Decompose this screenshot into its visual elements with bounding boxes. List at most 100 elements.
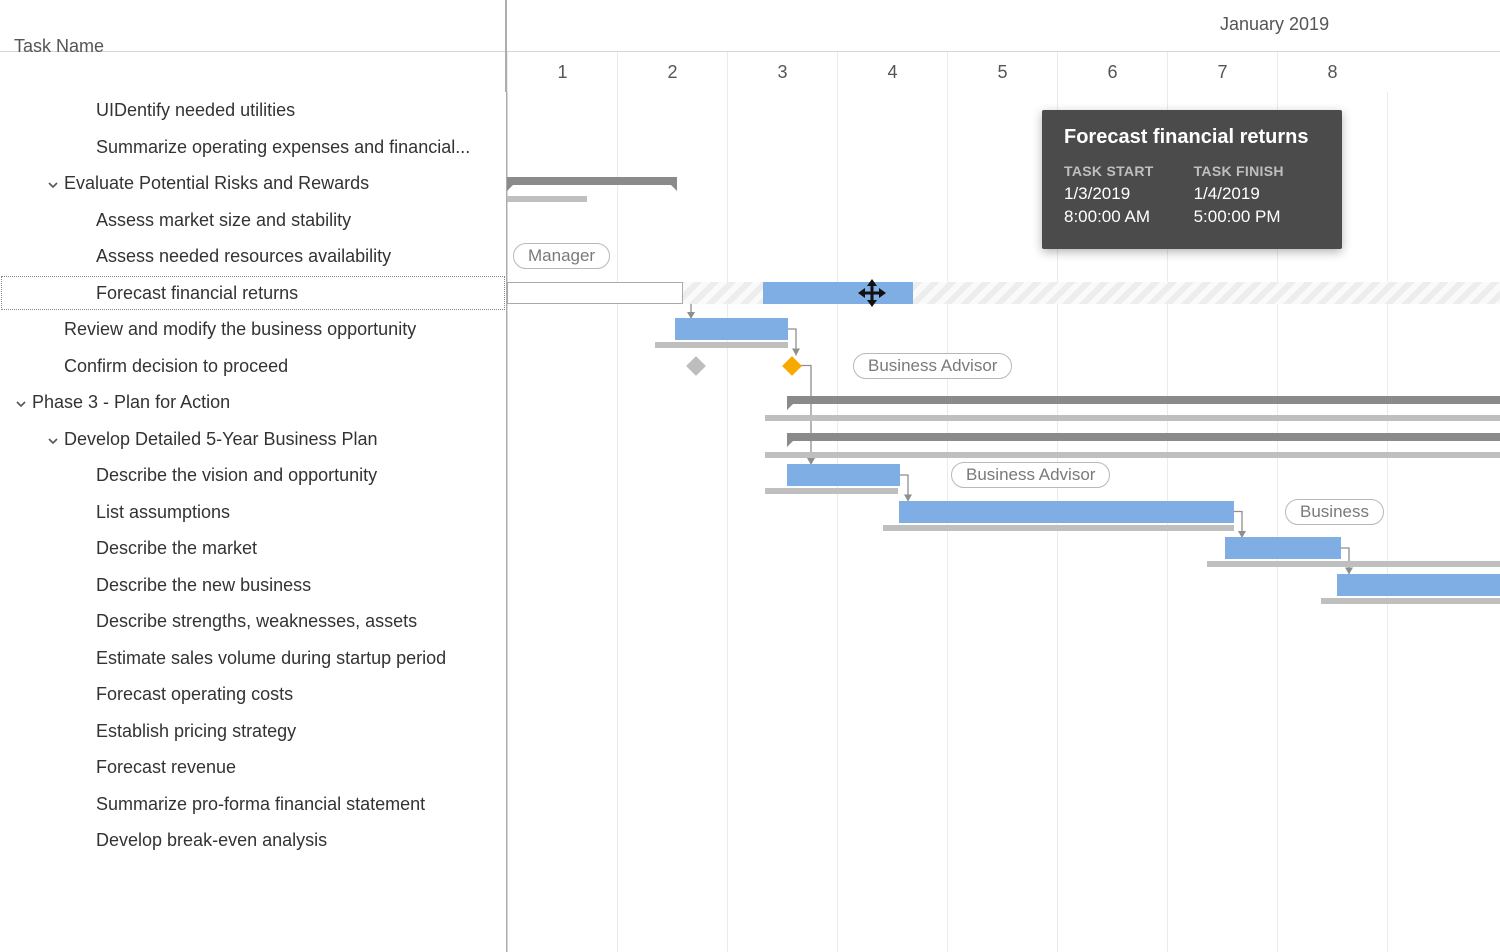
gantt-root: Task Name January 2019 12345678 UIDentif…	[0, 0, 1500, 952]
task-bar[interactable]	[1225, 537, 1341, 559]
task-label: Describe the market	[96, 538, 257, 558]
task-bar[interactable]	[1337, 574, 1500, 596]
gantt-row[interactable]	[507, 640, 1500, 677]
task-row[interactable]: Forecast revenue	[0, 749, 506, 786]
assignee-pill: Manager	[513, 243, 610, 269]
task-row[interactable]: Assess market size and stability	[0, 202, 506, 239]
task-row[interactable]: Describe the market	[0, 530, 506, 567]
tooltip-finish-date: 1/4/2019	[1194, 183, 1284, 206]
day-header-cell[interactable]: 6	[1057, 52, 1167, 92]
task-label: Forecast financial returns	[96, 283, 298, 303]
gantt-row[interactable]	[507, 311, 1500, 348]
task-label: Summarize operating expenses and financi…	[96, 137, 470, 157]
gantt-row[interactable]: Business	[507, 494, 1500, 531]
task-label: List assumptions	[96, 502, 230, 522]
task-bar[interactable]	[763, 282, 913, 304]
task-bar[interactable]	[899, 501, 1234, 523]
task-tree: UIDentify needed utilities Summarize oper…	[0, 92, 506, 859]
day-header-cell[interactable]: 3	[727, 52, 837, 92]
gantt-row[interactable]	[507, 603, 1500, 640]
task-label: Describe the new business	[96, 575, 311, 595]
day-header-cell[interactable]: 5	[947, 52, 1057, 92]
task-label: Assess needed resources availability	[96, 246, 391, 266]
move-cursor-icon	[857, 278, 887, 308]
task-row[interactable]: Describe strengths, weaknesses, assets	[0, 603, 506, 640]
day-header-cell[interactable]: 4	[837, 52, 947, 92]
gantt-row[interactable]	[507, 421, 1500, 458]
task-row[interactable]: Assess needed resources availability	[0, 238, 506, 275]
task-label: Describe the vision and opportunity	[96, 465, 377, 485]
day-header-cell[interactable]: 2	[617, 52, 727, 92]
task-bar-original-position	[507, 282, 683, 304]
assignee-pill: Business Advisor	[853, 353, 1012, 379]
task-label: Confirm decision to proceed	[64, 356, 288, 376]
gantt-row[interactable]	[507, 129, 1500, 166]
task-row[interactable]: Summarize pro-forma financial statement	[0, 786, 506, 823]
task-name-column-header[interactable]: Task Name	[0, 0, 506, 92]
gantt-chart-area[interactable]: Manager Business Advisor Business Advisor B…	[507, 92, 1500, 952]
task-row[interactable]: Estimate sales volume during startup per…	[0, 640, 506, 677]
gantt-row[interactable]	[507, 530, 1500, 567]
task-row[interactable]: List assumptions	[0, 494, 506, 531]
task-label: Assess market size and stability	[96, 210, 351, 230]
task-row[interactable]: Describe the vision and opportunity	[0, 457, 506, 494]
chevron-down-icon[interactable]	[46, 422, 60, 458]
task-label: Describe strengths, weaknesses, assets	[96, 611, 417, 631]
task-label: Summarize pro-forma financial statement	[96, 794, 425, 814]
gantt-row[interactable]	[507, 384, 1500, 421]
tooltip-start-date: 1/3/2019	[1064, 183, 1154, 206]
task-label: Review and modify the business opportuni…	[64, 319, 416, 339]
tooltip-start-label: TASK START	[1064, 163, 1154, 179]
task-row[interactable]: Evaluate Potential Risks and Rewards	[0, 165, 506, 202]
gantt-row[interactable]	[507, 92, 1500, 129]
task-row[interactable]: Forecast financial returns	[0, 275, 506, 312]
task-label: Establish pricing strategy	[96, 721, 296, 741]
gantt-row[interactable]: Business Advisor	[507, 348, 1500, 385]
task-row[interactable]: Forecast operating costs	[0, 676, 506, 713]
gantt-row[interactable]	[507, 713, 1500, 750]
task-row[interactable]: Review and modify the business opportuni…	[0, 311, 506, 348]
milestone-marker[interactable]	[782, 356, 802, 376]
assignee-pill: Business	[1285, 499, 1384, 525]
task-label: Forecast revenue	[96, 757, 236, 777]
task-row[interactable]: Describe the new business	[0, 567, 506, 604]
gantt-row[interactable]	[507, 676, 1500, 713]
gantt-row[interactable]	[507, 202, 1500, 239]
task-row[interactable]: UIDentify needed utilities	[0, 92, 506, 129]
task-label: Develop Detailed 5-Year Business Plan	[64, 429, 378, 449]
gantt-row[interactable]: Business Advisor	[507, 457, 1500, 494]
summary-bar[interactable]	[787, 433, 1500, 441]
task-label: Evaluate Potential Risks and Rewards	[64, 173, 369, 193]
task-bar[interactable]	[787, 464, 900, 486]
task-label: Forecast operating costs	[96, 684, 293, 704]
tooltip-title: Forecast financial returns	[1064, 126, 1320, 149]
task-row[interactable]: Phase 3 - Plan for Action	[0, 384, 506, 421]
gantt-row[interactable]: Manager	[507, 238, 1500, 275]
tooltip-start-time: 8:00:00 AM	[1064, 206, 1154, 229]
month-label: January 2019	[1220, 14, 1329, 35]
chevron-down-icon[interactable]	[14, 385, 28, 421]
gantt-row[interactable]	[507, 749, 1500, 786]
summary-bar[interactable]	[787, 396, 1500, 404]
task-row[interactable]: Establish pricing strategy	[0, 713, 506, 750]
task-row[interactable]: Develop break-even analysis	[0, 822, 506, 859]
day-header-cell[interactable]: 7	[1167, 52, 1277, 92]
gantt-row[interactable]	[507, 786, 1500, 823]
task-bar[interactable]	[675, 318, 788, 340]
gantt-row[interactable]	[507, 567, 1500, 604]
summary-bar[interactable]	[507, 177, 677, 185]
milestone-marker[interactable]	[686, 356, 706, 376]
gantt-row[interactable]	[507, 822, 1500, 859]
task-row[interactable]: Develop Detailed 5-Year Business Plan	[0, 421, 506, 458]
gantt-row[interactable]	[507, 275, 1500, 312]
day-header-cell[interactable]: 1	[507, 52, 617, 92]
task-row[interactable]: Summarize operating expenses and financi…	[0, 129, 506, 166]
chevron-down-icon[interactable]	[46, 166, 60, 202]
day-header-cell[interactable]: 8	[1277, 52, 1387, 92]
gantt-row[interactable]	[507, 165, 1500, 202]
tooltip-finish-time: 5:00:00 PM	[1194, 206, 1284, 229]
task-label: Develop break-even analysis	[96, 830, 327, 850]
assignee-pill: Business Advisor	[951, 462, 1110, 488]
task-row[interactable]: Confirm decision to proceed	[0, 348, 506, 385]
task-name-header-label: Task Name	[14, 36, 104, 57]
